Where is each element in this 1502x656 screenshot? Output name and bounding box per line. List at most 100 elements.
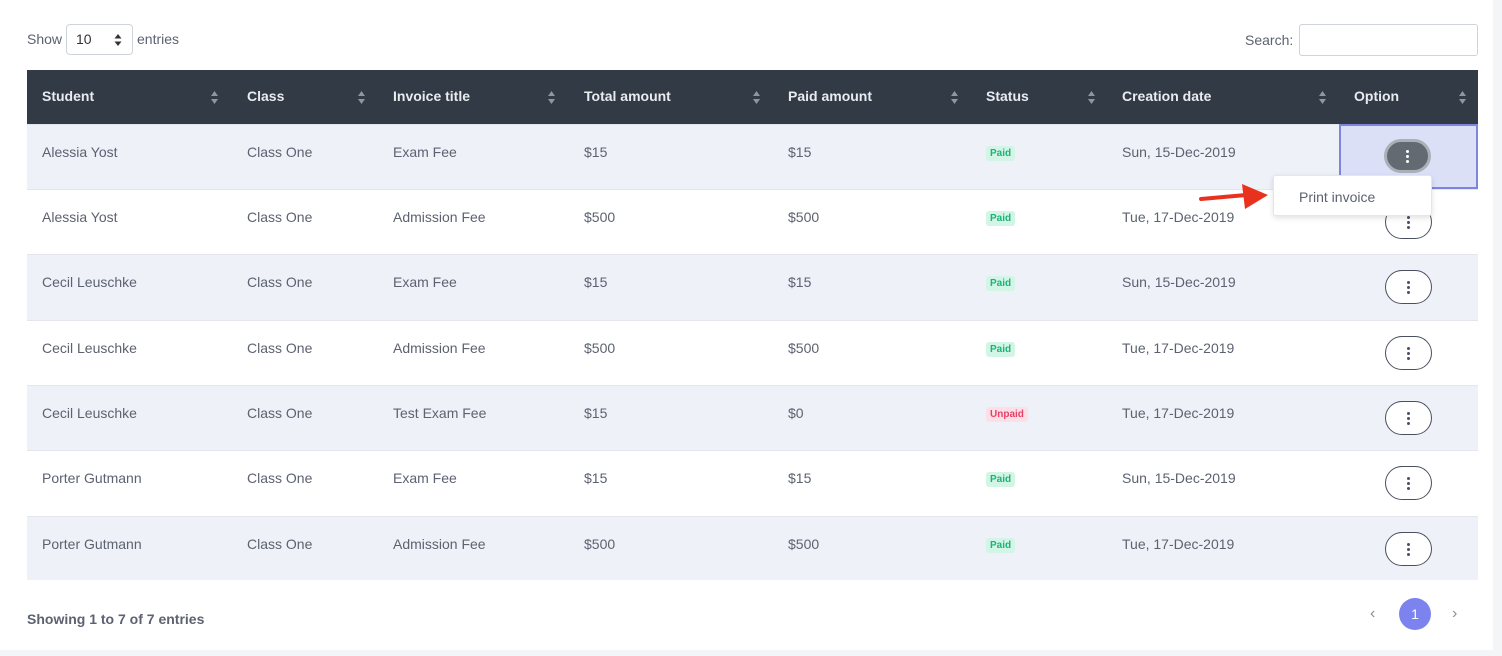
cell-class: Class One [247,340,313,356]
cell-class: Class One [247,274,313,290]
cell-creation-date: Sun, 15-Dec-2019 [1122,144,1236,160]
print-invoice-menu-item[interactable]: Print invoice [1299,189,1375,205]
column-header-creation-date[interactable]: Creation date [1122,70,1322,124]
cell-paid-amount: $500 [788,209,820,225]
cell-creation-date: Tue, 17-Dec-2019 [1122,536,1235,552]
column-header-option[interactable]: Option [1354,70,1464,124]
show-label: Show [27,31,63,47]
sort-icon [211,91,218,104]
sort-icon [1319,91,1326,104]
options-button[interactable] [1385,270,1432,304]
select-arrows-icon [114,34,122,46]
cell-creation-date: Tue, 17-Dec-2019 [1122,405,1235,421]
cell-class: Class One [247,470,313,486]
column-header-total-amount[interactable]: Total amount [584,70,764,124]
search-input[interactable] [1299,24,1478,56]
cell-creation-date: Sun, 15-Dec-2019 [1122,274,1236,290]
cell-student: Alessia Yost [42,144,118,160]
options-button[interactable] [1385,466,1432,500]
status-badge: Paid [986,342,1016,357]
options-button[interactable] [1385,401,1432,435]
column-header-label: Creation date [1122,88,1212,104]
sort-icon [753,91,760,104]
column-header-label: Invoice title [393,88,471,104]
column-header-label: Paid amount [788,88,873,104]
cell-student: Cecil Leuschke [42,274,137,290]
cell-creation-date: Tue, 17-Dec-2019 [1122,340,1235,356]
cell-total-amount: $500 [584,536,616,552]
cell-total-amount: $15 [584,274,608,290]
cell-student: Porter Gutmann [42,536,142,552]
options-dropdown-menu: Print invoice [1273,175,1432,216]
cell-student: Cecil Leuschke [42,340,137,356]
column-header-label: Option [1354,88,1400,104]
pagination-previous-button[interactable]: ‹ [1370,605,1375,623]
cell-total-amount: $500 [584,209,616,225]
kebab-menu-icon [1407,412,1410,425]
status-badge: Paid [986,538,1016,553]
status-badge: Paid [986,472,1016,487]
search-label: Search: [1245,32,1294,48]
cell-invoice-title: Admission Fee [393,340,486,356]
options-button[interactable] [1385,532,1432,566]
column-header-label: Total amount [584,88,671,104]
kebab-menu-icon [1407,281,1410,294]
sort-icon [1459,91,1466,104]
red-arrow-icon [1199,184,1268,209]
cell-class: Class One [247,209,313,225]
kebab-menu-icon [1407,216,1410,229]
cell-paid-amount: $15 [788,470,812,486]
table-row: Porter Gutmann Class One Admission Fee $… [27,516,1478,580]
entries-label: entries [137,31,180,47]
invoice-table-card: Show 10 entries Search: Student Class In… [0,0,1493,650]
cell-creation-date: Sun, 15-Dec-2019 [1122,470,1236,486]
kebab-menu-icon [1406,150,1409,163]
table-row: Alessia Yost Class One Exam Fee $15 $15 … [27,124,1478,189]
column-header-invoice-title[interactable]: Invoice title [393,70,563,124]
cell-invoice-title: Exam Fee [393,274,457,290]
options-button[interactable] [1385,336,1432,370]
cell-paid-amount: $15 [788,274,812,290]
sort-icon [1088,91,1095,104]
cell-class: Class One [247,405,313,421]
status-badge: Paid [986,211,1016,226]
cell-invoice-title: Admission Fee [393,536,486,552]
cell-paid-amount: $0 [788,405,804,421]
cell-invoice-title: Exam Fee [393,144,457,160]
cell-invoice-title: Test Exam Fee [393,405,487,421]
column-header-label: Student [42,88,95,104]
status-badge: Paid [986,276,1016,291]
table-row: Porter Gutmann Class One Exam Fee $15 $1… [27,450,1478,516]
options-button-active[interactable] [1384,139,1431,173]
table-row: Cecil Leuschke Class One Admission Fee $… [27,320,1478,385]
pagination-page-1[interactable]: 1 [1399,598,1431,630]
cell-total-amount: $15 [584,144,608,160]
kebab-menu-icon [1407,543,1410,556]
cell-total-amount: $15 [584,470,608,486]
entries-per-page-select[interactable]: 10 [66,24,133,55]
entries-per-page-value: 10 [76,31,92,47]
pagination-next-button[interactable]: › [1452,605,1457,623]
cell-student: Cecil Leuschke [42,405,137,421]
status-badge: Unpaid [986,407,1028,422]
cell-paid-amount: $15 [788,144,812,160]
kebab-menu-icon [1407,477,1410,490]
kebab-menu-icon [1407,347,1410,360]
sort-icon [358,91,365,104]
table-header: Student Class Invoice title Total amount… [27,70,1478,124]
sort-icon [951,91,958,104]
cell-invoice-title: Admission Fee [393,209,486,225]
sort-icon [548,91,555,104]
table-row: Cecil Leuschke Class One Exam Fee $15 $1… [27,254,1478,320]
column-header-label: Status [986,88,1029,104]
column-header-paid-amount[interactable]: Paid amount [788,70,968,124]
cell-class: Class One [247,144,313,160]
column-header-student[interactable]: Student [42,70,232,124]
cell-class: Class One [247,536,313,552]
status-badge: Paid [986,146,1016,161]
cell-total-amount: $15 [584,405,608,421]
pagination-info: Showing 1 to 7 of 7 entries [27,611,205,627]
column-header-label: Class [247,88,285,104]
cell-student: Alessia Yost [42,209,118,225]
cell-invoice-title: Exam Fee [393,470,457,486]
